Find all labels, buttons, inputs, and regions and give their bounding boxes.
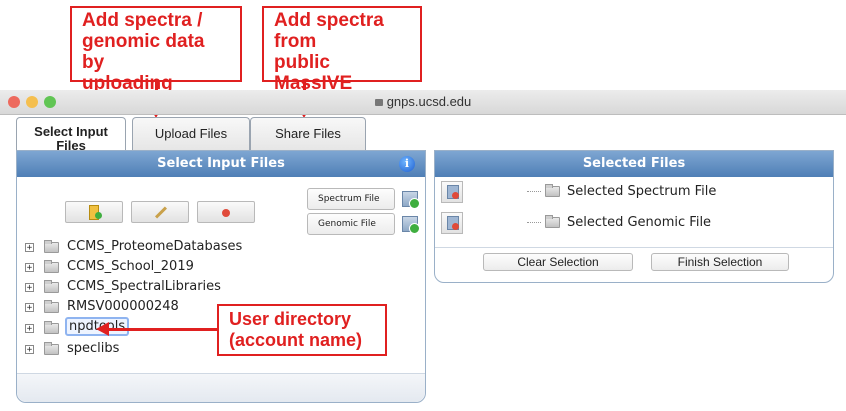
folder-icon — [44, 321, 59, 334]
finish-selection-button[interactable]: Finish Selection — [651, 253, 789, 271]
right-panel-footer: Clear Selection Finish Selection — [435, 247, 833, 284]
callout-user-directory: User directory (account name) — [217, 304, 387, 356]
tree-item-label: speclibs — [67, 341, 120, 356]
select-input-files-panel: Select Input Files i Spectrum File Genom… — [16, 150, 426, 403]
genomic-file-icon — [402, 216, 420, 234]
tree-item-label: CCMS_School_2019 — [67, 259, 194, 274]
right-panel-title: Selected Files — [582, 156, 686, 171]
folder-icon — [44, 260, 59, 273]
left-panel-title: Select Input Files — [157, 156, 285, 171]
lock-icon — [374, 99, 383, 106]
spectrum-file-button[interactable]: Spectrum File — [307, 188, 420, 210]
right-panel-header: Selected Files — [435, 151, 833, 177]
selected-files-panel: Selected Files Selected Spectrum File Se… — [434, 150, 834, 283]
user-dir-arrow — [108, 328, 218, 331]
folder-icon — [44, 300, 59, 313]
pencil-icon — [154, 206, 168, 219]
folder-icon — [545, 184, 560, 197]
remove-genomic-icon[interactable] — [441, 212, 463, 234]
address-bar[interactable]: gnps.ucsd.edu — [0, 94, 846, 109]
selected-spectrum-row: Selected Spectrum File — [441, 181, 821, 203]
tree-item-label: CCMS_ProteomeDatabases — [67, 239, 243, 254]
clear-selection-button[interactable]: Clear Selection — [483, 253, 633, 271]
tree-item-label: RMSV000000248 — [67, 299, 179, 314]
add-folder-button[interactable] — [65, 201, 123, 223]
tab-upload-files[interactable]: Upload Files — [132, 117, 250, 150]
expand-icon[interactable]: + — [25, 283, 34, 293]
delete-button[interactable] — [197, 201, 255, 223]
folder-icon — [44, 280, 59, 293]
genomic-file-label: Genomic File — [318, 219, 376, 229]
folder-icon — [44, 342, 59, 355]
tab-share-files[interactable]: Share Files — [250, 117, 366, 150]
genomic-file-button[interactable]: Genomic File — [307, 213, 420, 235]
tree-item-label: CCMS_SpectralLibraries — [67, 279, 221, 294]
tab-select-input-files[interactable]: Select Input Files — [16, 117, 126, 153]
folder-icon — [44, 240, 59, 253]
user-dir-arrowhead — [96, 322, 109, 336]
expand-icon[interactable]: + — [25, 324, 34, 334]
remove-spectrum-icon[interactable] — [441, 181, 463, 203]
left-panel-header: Select Input Files i — [17, 151, 425, 177]
selected-genomic-label: Selected Genomic File — [567, 215, 712, 230]
browser-titlebar: gnps.ucsd.edu — [0, 90, 846, 115]
folder-icon — [545, 215, 560, 228]
expand-icon[interactable]: + — [25, 345, 34, 355]
left-panel-footer — [17, 373, 425, 402]
expand-icon[interactable]: + — [25, 303, 34, 313]
url-text: gnps.ucsd.edu — [386, 94, 472, 109]
callout-share: Add spectra from public MassIVE Datasets — [262, 6, 422, 115]
tree-line — [527, 222, 541, 223]
info-icon[interactable]: i — [399, 156, 415, 172]
callout-upload: Add spectra / genomic data by uploading — [70, 6, 242, 94]
spectrum-file-icon — [402, 191, 420, 209]
expand-icon[interactable]: + — [25, 263, 34, 273]
delete-icon — [222, 209, 230, 217]
spectrum-file-label: Spectrum File — [318, 194, 380, 204]
tree-line — [527, 191, 541, 192]
selected-spectrum-label: Selected Spectrum File — [567, 184, 717, 199]
selected-genomic-row: Selected Genomic File — [441, 212, 821, 234]
add-badge-icon — [95, 212, 102, 219]
expand-icon[interactable]: + — [25, 243, 34, 253]
rename-button[interactable] — [131, 201, 189, 223]
